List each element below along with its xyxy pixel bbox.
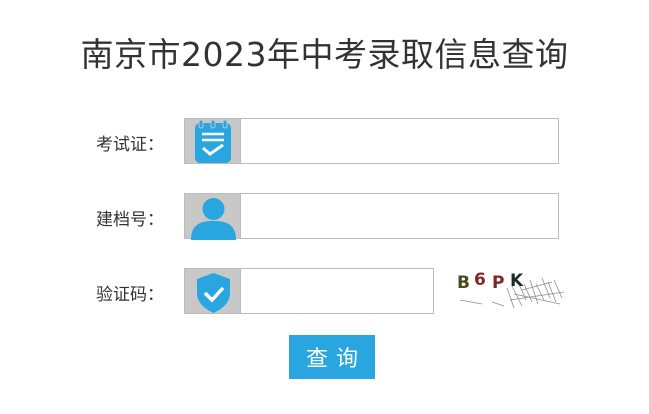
exam-id-row: 考试证：: [0, 118, 649, 166]
query-button[interactable]: 查询: [289, 335, 375, 379]
captcha-image[interactable]: B 6 P K: [452, 270, 567, 312]
clipboard-check-icon: [184, 118, 241, 164]
captcha-char-4: K: [510, 271, 524, 291]
shield-check-icon: [184, 268, 241, 314]
user-icon: [184, 193, 241, 240]
archive-id-row: 建档号：: [0, 193, 649, 241]
captcha-row: 验证码： B 6 P K: [0, 268, 649, 316]
archive-id-label: 建档号：: [96, 210, 164, 230]
exam-id-label: 考试证：: [96, 135, 164, 155]
exam-id-input[interactable]: [241, 118, 559, 164]
captcha-char-3: P: [492, 273, 504, 293]
captcha-char-2: 6: [474, 270, 486, 290]
captcha-label: 验证码：: [96, 285, 164, 305]
page-title: 南京市2023年中考录取信息查询: [80, 35, 569, 74]
captcha-char-1: B: [457, 273, 470, 293]
captcha-input[interactable]: [241, 268, 434, 314]
archive-id-input[interactable]: [241, 193, 559, 239]
